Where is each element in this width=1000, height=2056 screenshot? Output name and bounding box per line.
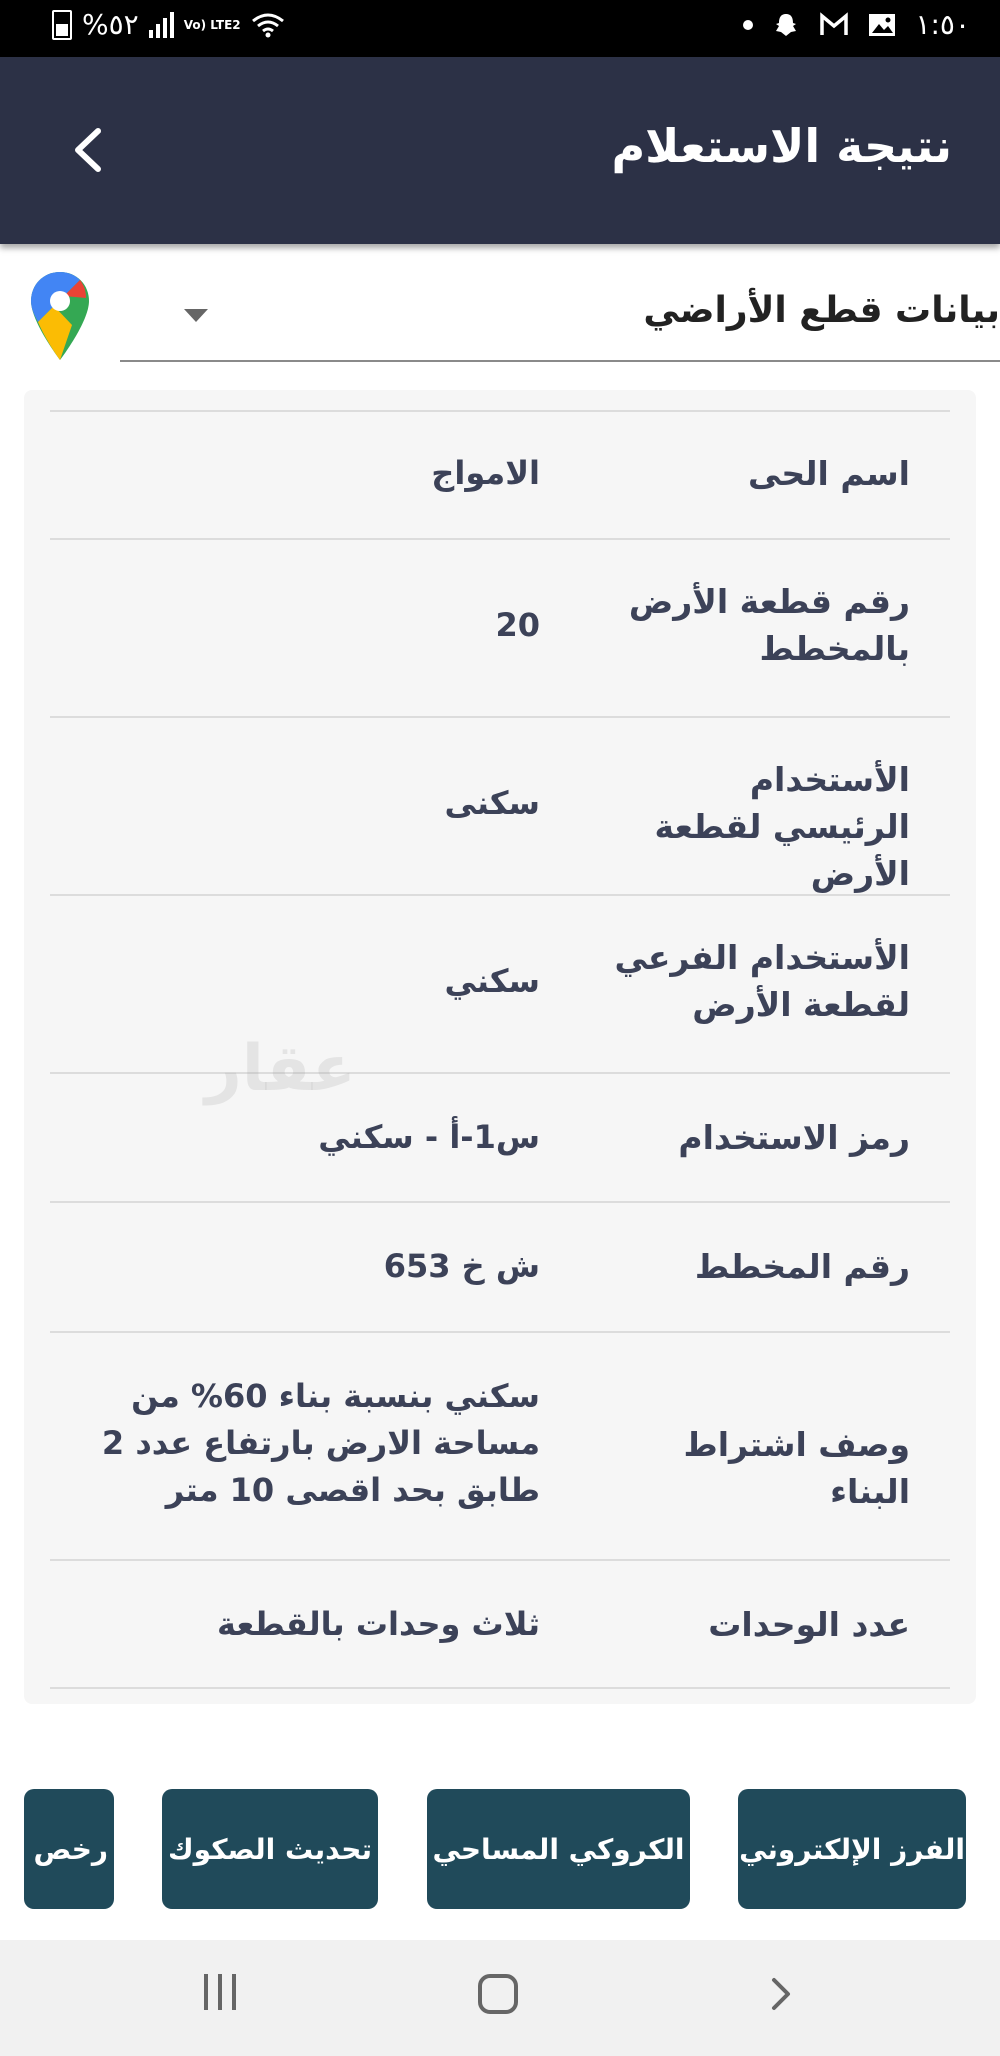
google-maps-icon[interactable] bbox=[28, 270, 92, 362]
app-bar: نتيجة الاستعلام bbox=[0, 57, 1000, 244]
table-row: الأستخدام الفرعي لقطعة الأرض سكني bbox=[50, 896, 950, 1074]
row-value: ثلاث وحدات بالقطعة bbox=[216, 1605, 540, 1643]
row-value: سكني بنسبة بناء 60% من مساحة الارض بارتف… bbox=[101, 1377, 540, 1509]
home-icon[interactable] bbox=[478, 1974, 518, 2014]
row-label: عدد الوحدات bbox=[708, 1605, 910, 1644]
licenses-button[interactable]: رخص ا bbox=[24, 1789, 114, 1909]
table-row: رقم المخطط ش خ 653 bbox=[50, 1203, 950, 1333]
notification-dot-icon bbox=[743, 19, 754, 30]
table-row: عدد الوحدات ثلاث وحدات بالقطعة bbox=[50, 1561, 950, 1689]
table-row: الأستخدام الرئيسي لقطعة الأرض سكنى bbox=[50, 718, 950, 896]
row-label: الأستخدام الرئيسي لقطعة الأرض bbox=[654, 760, 910, 893]
row-label: رقم المخطط bbox=[694, 1247, 910, 1286]
row-label: وصف اشتراط البناء bbox=[683, 1425, 910, 1511]
signal-icon bbox=[148, 11, 174, 38]
page-title: نتيجة الاستعلام bbox=[611, 119, 952, 173]
status-left: %٥٢ Vo) LTE2 bbox=[52, 8, 285, 41]
row-label: اسم الحى bbox=[747, 454, 910, 493]
back-icon[interactable] bbox=[760, 1974, 800, 2014]
row-value: الامواج bbox=[431, 454, 540, 492]
row-value: ش خ 653 bbox=[383, 1247, 540, 1285]
network-type-label: Vo) LTE2 bbox=[183, 17, 241, 32]
table-row: وصف اشتراط البناء سكني بنسبة بناء 60% من… bbox=[50, 1333, 950, 1561]
status-right: ١:٥٠ bbox=[743, 8, 970, 41]
system-nav-bar bbox=[0, 1940, 1000, 2056]
dropdown-selected-label: بيانات قطع الأراضي bbox=[643, 290, 1000, 331]
land-data-table: اسم الحى الامواج رقم قطعة الأرض بالمخطط … bbox=[50, 410, 950, 1689]
snapchat-icon bbox=[776, 13, 797, 36]
row-value: سكني bbox=[444, 962, 540, 1000]
table-row: اسم الحى الامواج bbox=[50, 412, 950, 540]
licenses-button-label: رخص ا bbox=[24, 1832, 108, 1866]
dropdown-caret-icon bbox=[184, 309, 208, 322]
battery-percent: %٥٢ bbox=[82, 8, 139, 41]
gallery-icon bbox=[869, 13, 896, 36]
watermark-logo: عقار bbox=[205, 1032, 356, 1106]
wifi-icon bbox=[251, 13, 284, 37]
battery-icon bbox=[52, 9, 72, 40]
row-value: سكنى bbox=[444, 784, 540, 822]
category-dropdown[interactable]: بيانات قطع الأراضي bbox=[120, 276, 1000, 362]
status-bar: %٥٢ Vo) LTE2 ١:٥٠ bbox=[0, 0, 1000, 57]
back-chevron-icon[interactable] bbox=[64, 125, 114, 175]
row-label: رمز الاستخدام bbox=[678, 1118, 910, 1157]
table-row: رمز الاستخدام س1-أ - سكني bbox=[50, 1074, 950, 1203]
gmail-icon bbox=[820, 11, 849, 35]
row-label: الأستخدام الفرعي لقطعة الأرض bbox=[614, 938, 910, 1024]
update-deeds-button[interactable]: تحديث الصكوك bbox=[162, 1789, 378, 1909]
clock: ١:٥٠ bbox=[915, 8, 970, 41]
row-label: رقم قطعة الأرض بالمخطط bbox=[628, 582, 910, 668]
land-data-card: اسم الحى الامواج رقم قطعة الأرض بالمخطط … bbox=[24, 390, 976, 1704]
row-value: س1-أ - سكني bbox=[318, 1118, 540, 1156]
recent-apps-icon[interactable] bbox=[198, 1974, 242, 2014]
survey-sketch-button[interactable]: الكروكي المساحي bbox=[427, 1789, 690, 1909]
table-row: رقم قطعة الأرض بالمخطط 20 bbox=[50, 540, 950, 718]
electronic-sorting-button[interactable]: الفرز الإلكتروني bbox=[738, 1789, 966, 1909]
row-value: 20 bbox=[495, 606, 540, 644]
